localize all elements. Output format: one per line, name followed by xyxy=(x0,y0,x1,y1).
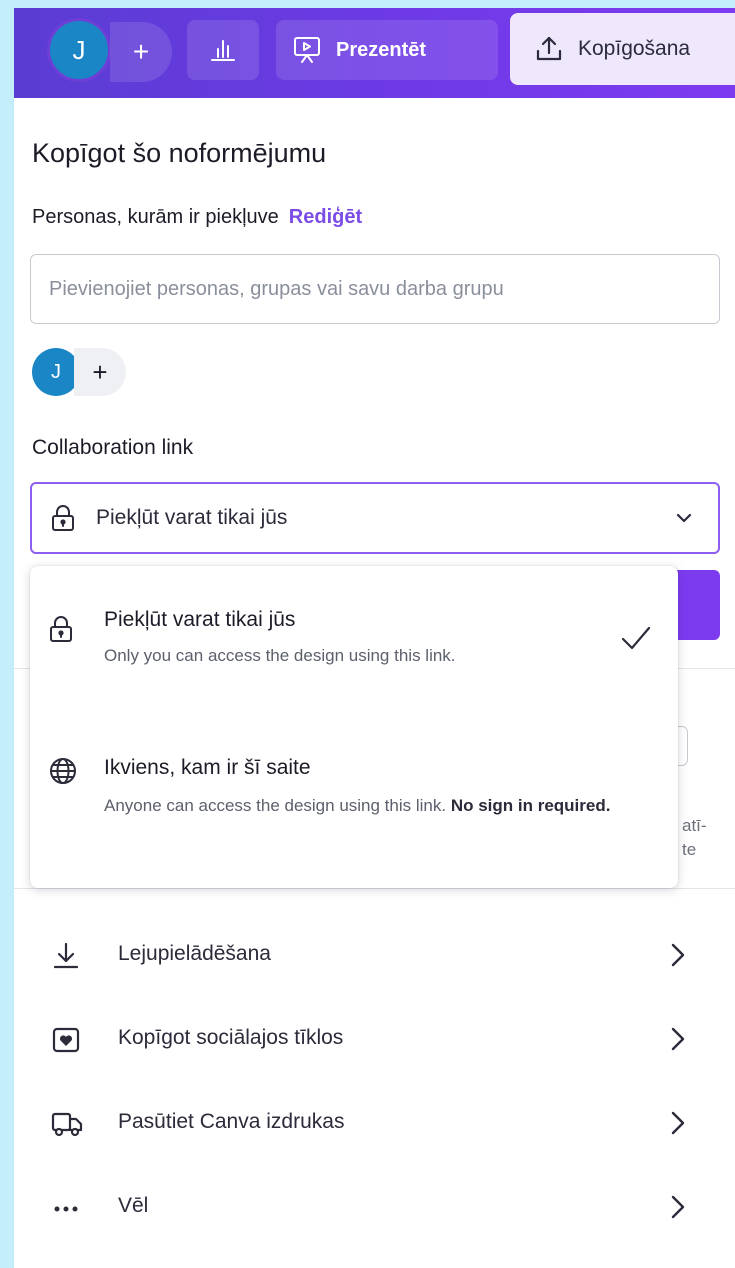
hidden-text-line: te xyxy=(682,840,697,859)
menu-item-label: Vēl xyxy=(118,1194,149,1217)
add-collaborator-button[interactable]: + xyxy=(110,22,172,82)
chevron-down-icon xyxy=(676,513,692,523)
menu-item-label: Kopīgot sociālajos tīklos xyxy=(118,1026,344,1049)
hidden-text: atī- te xyxy=(682,814,707,862)
insights-button[interactable] xyxy=(187,20,259,80)
heart-icon xyxy=(52,1027,80,1053)
truck-icon xyxy=(51,1112,83,1137)
menu-item-label: Pasūtiet Canva izdrukas xyxy=(118,1110,345,1133)
option-title: Ikviens, kam ir šī saite xyxy=(104,756,311,779)
menu-item-social-share[interactable]: Kopīgot sociālajos tīklos xyxy=(14,1004,735,1074)
menu-item-print-order[interactable]: Pasūtiet Canva izdrukas xyxy=(14,1088,735,1158)
download-icon xyxy=(53,942,79,969)
divider xyxy=(14,888,735,889)
upload-icon xyxy=(536,36,562,61)
lock-icon xyxy=(50,616,72,642)
edit-link[interactable]: Rediģēt xyxy=(289,206,362,229)
chevron-right-icon xyxy=(671,1027,685,1051)
people-access-label: Personas, kurām ir piekļuve xyxy=(32,206,279,228)
collaboration-link-value: Piekļūt varat tikai jūs xyxy=(96,506,288,529)
access-option-anyone-with-link[interactable]: Ikviens, kam ir šī saite Anyone can acce… xyxy=(30,716,678,876)
top-bar: J + Prezentēt Kopīgošana xyxy=(14,8,735,98)
present-button[interactable]: Prezentēt xyxy=(276,20,498,80)
share-panel: J + Prezentēt Kopīgošana Kopīgot šo nofo… xyxy=(14,8,735,1268)
checkmark-icon xyxy=(621,626,651,650)
hidden-text-line: atī- xyxy=(682,816,707,835)
lock-icon xyxy=(52,505,74,531)
option-title: Piekļūt varat tikai jūs xyxy=(104,608,296,631)
menu-item-download[interactable]: Lejupielādēšana xyxy=(14,920,735,990)
globe-icon xyxy=(50,758,76,784)
option-description-text: Anyone can access the design using this … xyxy=(104,796,451,815)
chevron-right-icon xyxy=(671,1195,685,1219)
bar-chart-icon xyxy=(211,40,235,61)
add-member-button[interactable]: + xyxy=(74,348,126,396)
more-icon xyxy=(54,1206,78,1212)
add-people-input[interactable] xyxy=(30,254,720,324)
panel-title: Kopīgot šo noformējumu xyxy=(32,138,327,168)
collaboration-link-label: Collaboration link xyxy=(32,436,194,459)
menu-item-label: Lejupielādēšana xyxy=(118,942,271,965)
access-option-only-you[interactable]: Piekļūt varat tikai jūs Only you can acc… xyxy=(30,566,678,706)
option-description: Anyone can access the design using this … xyxy=(104,790,664,822)
chevron-right-icon xyxy=(671,943,685,967)
people-access-row: Personas, kurām ir piekļuve Rediģēt xyxy=(32,206,362,229)
share-label: Kopīgošana xyxy=(578,37,691,60)
share-button[interactable]: Kopīgošana xyxy=(510,13,735,85)
access-dropdown: Piekļūt varat tikai jūs Only you can acc… xyxy=(30,566,678,888)
option-description: Only you can access the design using thi… xyxy=(104,646,456,665)
option-description-bold: No sign in required. xyxy=(450,796,611,815)
copy-link-button[interactable] xyxy=(674,570,720,640)
present-label: Prezentēt xyxy=(336,38,427,61)
collaboration-link-select[interactable]: Piekļūt varat tikai jūs xyxy=(30,482,720,554)
member-avatar[interactable]: J xyxy=(32,348,80,396)
chevron-right-icon xyxy=(671,1111,685,1135)
menu-item-more[interactable]: Vēl xyxy=(14,1172,735,1242)
presentation-icon xyxy=(294,37,320,63)
user-avatar[interactable]: J xyxy=(47,18,111,82)
